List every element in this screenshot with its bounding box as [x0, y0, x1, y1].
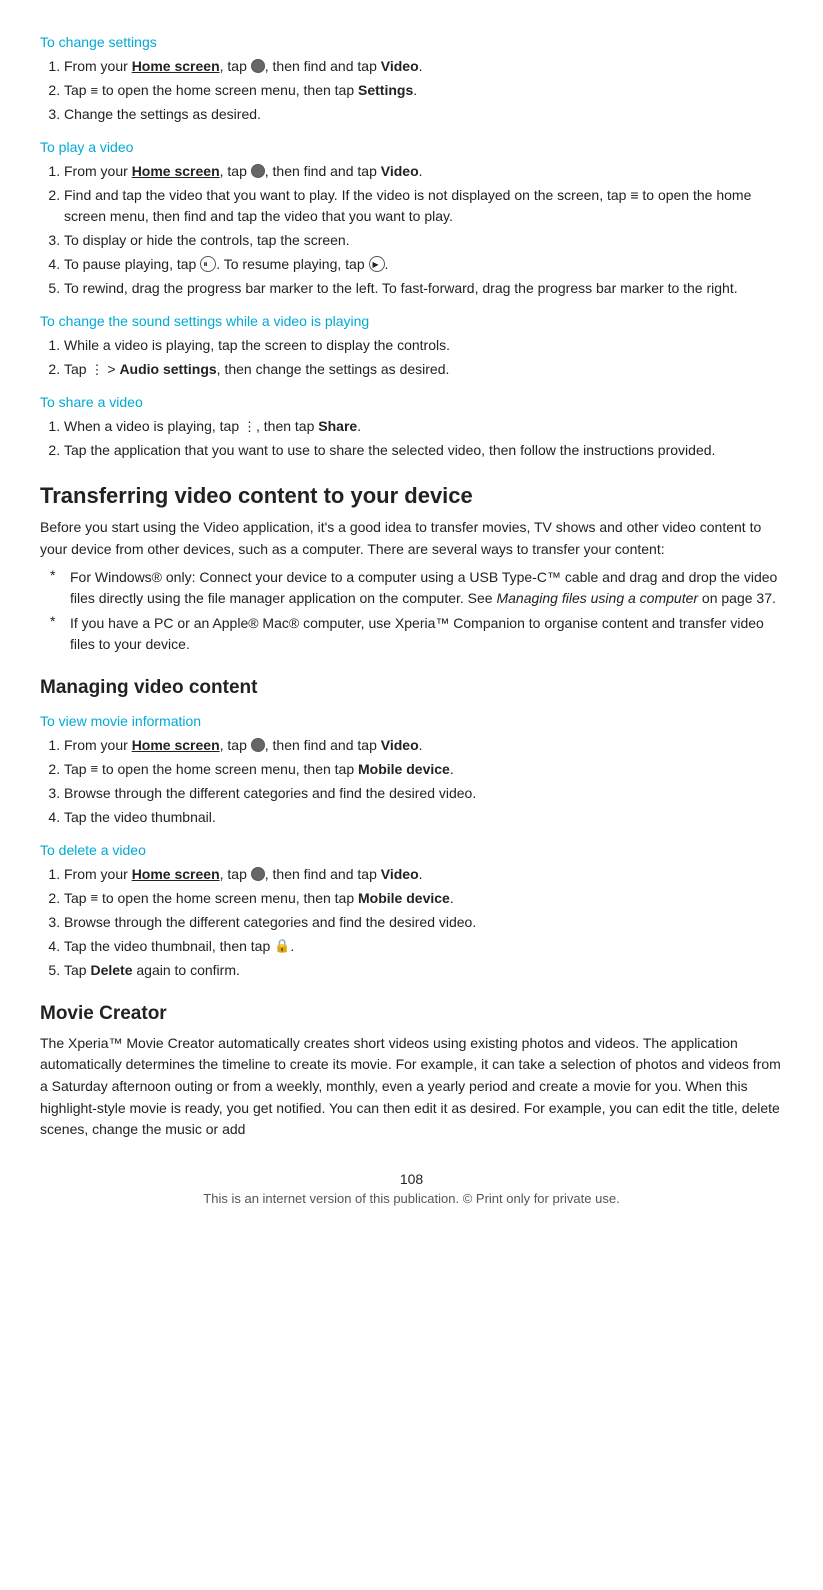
- list-item: While a video is playing, tap the screen…: [64, 335, 783, 356]
- video-label: Video: [381, 866, 419, 882]
- video-label: Video: [381, 737, 419, 753]
- home-screen-label: Home screen: [132, 737, 220, 753]
- apps-icon: [251, 738, 265, 752]
- mobile-device-label: Mobile device: [358, 761, 450, 777]
- share-video-list: When a video is playing, tap ⋮, then tap…: [64, 416, 783, 461]
- managing-heading: Managing video content: [40, 677, 783, 699]
- footer-note: This is an internet version of this publ…: [40, 1191, 783, 1206]
- play-video-list: From your Home screen, tap , then find a…: [64, 161, 783, 299]
- play-icon: [369, 256, 385, 272]
- view-movie-section: To view movie information From your Home…: [40, 713, 783, 828]
- more-icon: ⋮: [90, 360, 103, 380]
- transferring-section: Transferring video content to your devic…: [40, 483, 783, 654]
- list-item: Tap ≡ to open the home screen menu, then…: [64, 888, 783, 909]
- change-settings-list: From your Home screen, tap , then find a…: [64, 56, 783, 125]
- menu-icon: ≡: [90, 759, 98, 779]
- menu-icon: ≡: [90, 888, 98, 908]
- movie-creator-text: The Xperia™ Movie Creator automatically …: [40, 1033, 783, 1141]
- list-item: Browse through the different categories …: [64, 783, 783, 804]
- share-video-section: To share a video When a video is playing…: [40, 394, 783, 461]
- video-label: Video: [381, 58, 419, 74]
- play-video-section: To play a video From your Home screen, t…: [40, 139, 783, 299]
- menu-icon: ≡: [90, 81, 98, 101]
- list-item: When a video is playing, tap ⋮, then tap…: [64, 416, 783, 437]
- list-item: Tap ≡ to open the home screen menu, then…: [64, 759, 783, 780]
- play-video-heading: To play a video: [40, 139, 783, 155]
- transferring-intro: Before you start using the Video applica…: [40, 517, 783, 560]
- sound-settings-list: While a video is playing, tap the screen…: [64, 335, 783, 380]
- delete-video-heading: To delete a video: [40, 842, 783, 858]
- transferring-heading: Transferring video content to your devic…: [40, 483, 783, 509]
- managing-section: Managing video content To view movie inf…: [40, 677, 783, 981]
- italic-text: Managing files using a computer: [496, 590, 698, 606]
- home-screen-label: Home screen: [132, 58, 220, 74]
- change-settings-section: To change settings From your Home screen…: [40, 34, 783, 125]
- transferring-bullets: * For Windows® only: Connect your device…: [50, 567, 783, 655]
- list-item: Tap ≡ to open the home screen menu, then…: [64, 80, 783, 101]
- home-screen-label: Home screen: [132, 163, 220, 179]
- apps-icon: [251, 867, 265, 881]
- list-item: To display or hide the controls, tap the…: [64, 230, 783, 251]
- page-number: 108: [40, 1171, 783, 1187]
- pause-icon: [200, 256, 216, 272]
- view-movie-list: From your Home screen, tap , then find a…: [64, 735, 783, 828]
- settings-label: Settings: [358, 82, 413, 98]
- list-item: From your Home screen, tap , then find a…: [64, 864, 783, 885]
- list-item: Tap the video thumbnail, then tap 🔒.: [64, 936, 783, 957]
- sound-settings-section: To change the sound settings while a vid…: [40, 313, 783, 380]
- page-footer: 108 This is an internet version of this …: [40, 1171, 783, 1206]
- apps-icon: [251, 59, 265, 73]
- bullet-star: *: [50, 613, 66, 629]
- list-item: Change the settings as desired.: [64, 104, 783, 125]
- share-video-heading: To share a video: [40, 394, 783, 410]
- sound-settings-heading: To change the sound settings while a vid…: [40, 313, 783, 329]
- bullet-text: For Windows® only: Connect your device t…: [70, 567, 783, 609]
- apps-icon: [251, 164, 265, 178]
- list-item: From your Home screen, tap , then find a…: [64, 161, 783, 182]
- bullet-item: * If you have a PC or an Apple® Mac® com…: [50, 613, 783, 655]
- share-label: Share: [318, 418, 357, 434]
- list-item: To pause playing, tap . To resume playin…: [64, 254, 783, 275]
- view-movie-heading: To view movie information: [40, 713, 783, 729]
- lock-icon: 🔒: [274, 936, 290, 956]
- list-item: Find and tap the video that you want to …: [64, 185, 783, 227]
- list-item: To rewind, drag the progress bar marker …: [64, 278, 783, 299]
- bullet-star: *: [50, 567, 66, 583]
- video-label: Video: [381, 163, 419, 179]
- list-item: Tap the application that you want to use…: [64, 440, 783, 461]
- home-screen-label: Home screen: [132, 866, 220, 882]
- delete-video-section: To delete a video From your Home screen,…: [40, 842, 783, 981]
- movie-creator-section: Movie Creator The Xperia™ Movie Creator …: [40, 1003, 783, 1141]
- movie-creator-heading: Movie Creator: [40, 1003, 783, 1025]
- delete-label: Delete: [90, 962, 132, 978]
- list-item: From your Home screen, tap , then find a…: [64, 56, 783, 77]
- more-icon: ⋮: [243, 417, 256, 437]
- change-settings-heading: To change settings: [40, 34, 783, 50]
- list-item: Browse through the different categories …: [64, 912, 783, 933]
- bullet-item: * For Windows® only: Connect your device…: [50, 567, 783, 609]
- list-item: From your Home screen, tap , then find a…: [64, 735, 783, 756]
- audio-settings-label: Audio settings: [119, 361, 216, 377]
- delete-video-list: From your Home screen, tap , then find a…: [64, 864, 783, 981]
- list-item: Tap Delete again to confirm.: [64, 960, 783, 981]
- list-item: Tap ⋮ > Audio settings, then change the …: [64, 359, 783, 380]
- list-item: Tap the video thumbnail.: [64, 807, 783, 828]
- bullet-text: If you have a PC or an Apple® Mac® compu…: [70, 613, 783, 655]
- mobile-device-label: Mobile device: [358, 890, 450, 906]
